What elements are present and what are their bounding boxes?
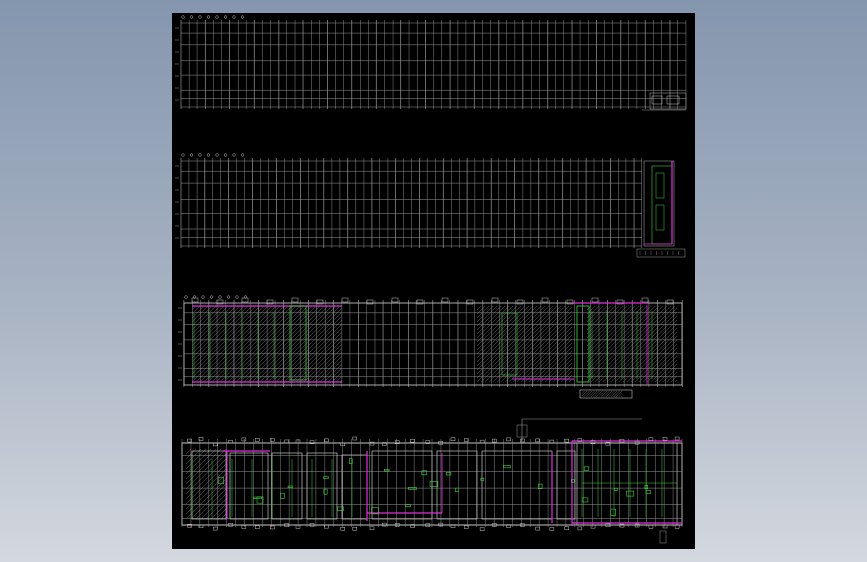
cad-canvas bbox=[175, 15, 687, 544]
plan-4-full-layout bbox=[181, 418, 683, 544]
plan-2-column-grid bbox=[175, 153, 686, 258]
drawing-sheet[interactable] bbox=[172, 13, 695, 549]
plan-1-column-grid bbox=[175, 15, 687, 111]
plan-3-partial-layout bbox=[178, 295, 683, 399]
